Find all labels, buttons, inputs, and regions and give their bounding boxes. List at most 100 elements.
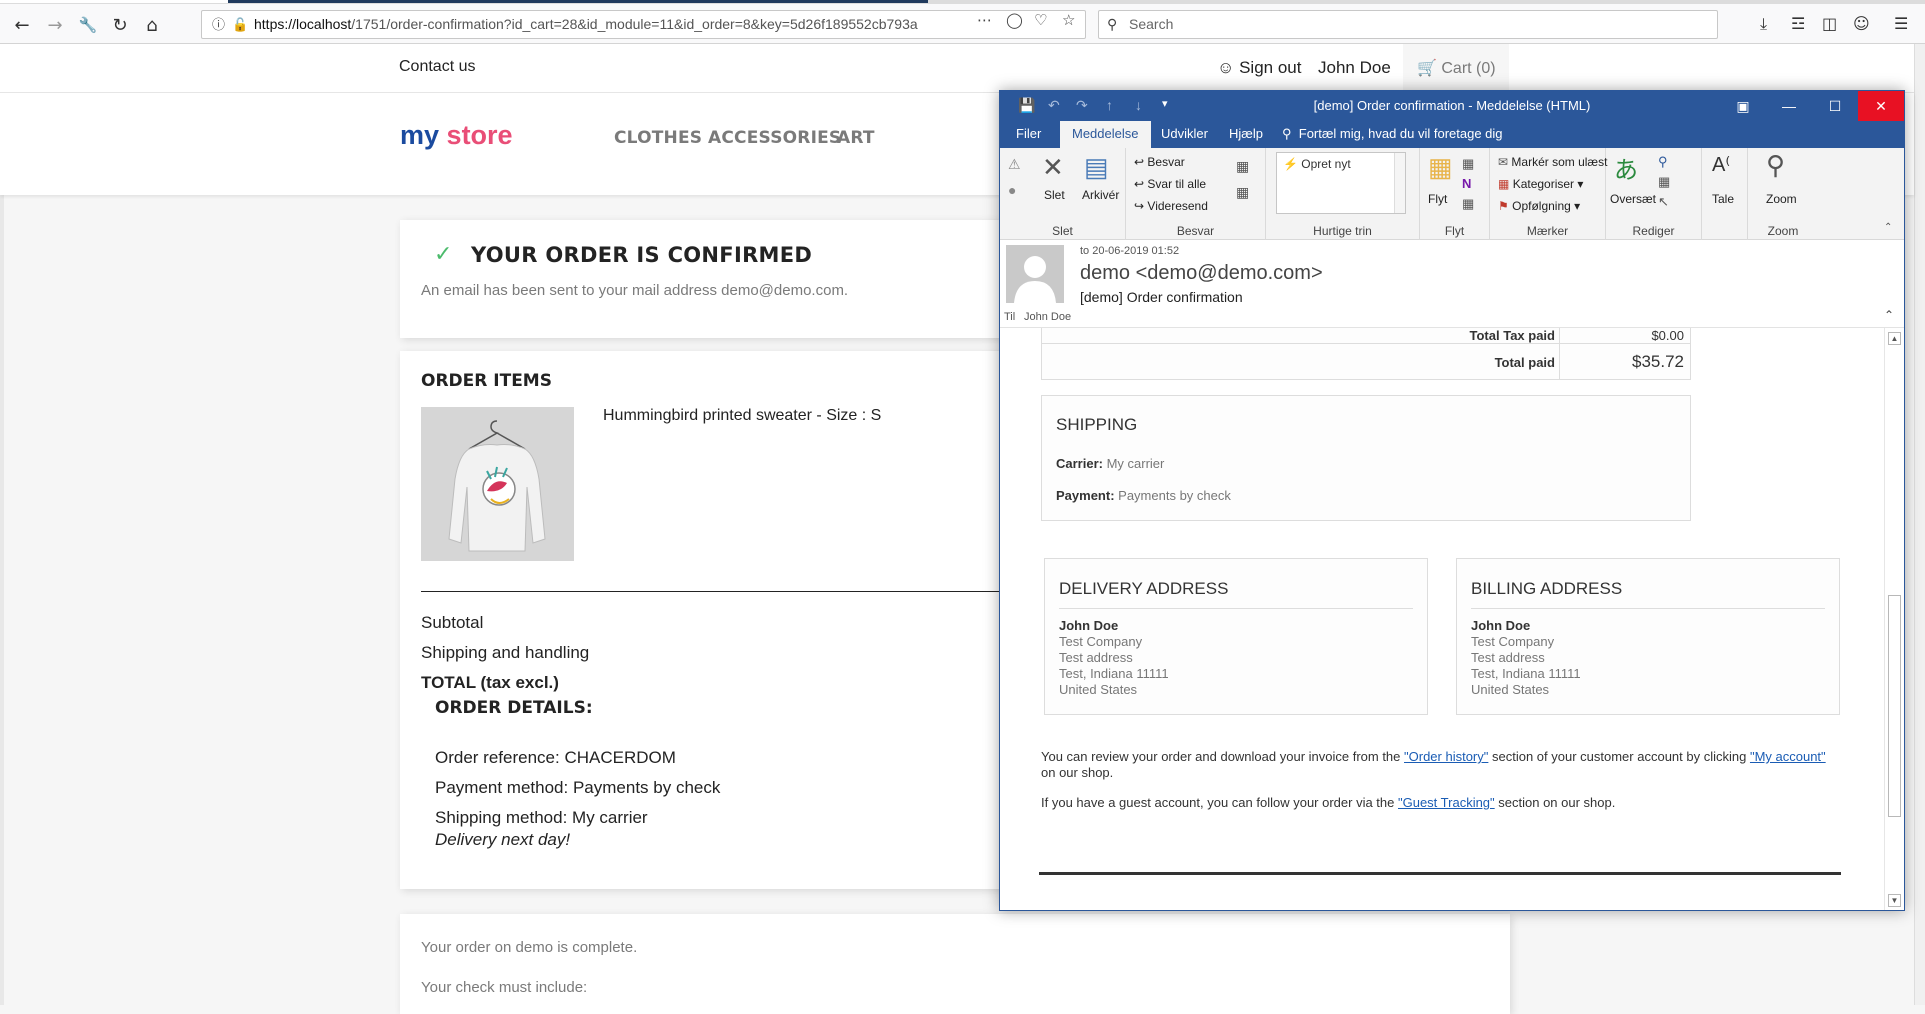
tell-me-box[interactable]: ⚲ Fortæl mig, hvad du vil foretage dig [1270,121,1515,148]
cart-button[interactable]: 🛒 Cart (0) [1403,44,1509,93]
read-aloud-button[interactable]: Tale [1712,192,1734,206]
select-icon[interactable]: ↖ [1658,194,1669,210]
payment-method: Payment method: Payments by check [435,778,721,797]
group-flyt-label: Flyt [1444,224,1465,238]
search-input[interactable]: ⚲ Search [1098,10,1718,39]
scroll-up-icon[interactable]: ▲ [1888,332,1901,345]
rules-icon[interactable]: ▦ [1462,156,1474,172]
zoom-icon[interactable]: ⚲ [1766,150,1785,181]
message-subject: [demo] Order confirmation [1080,289,1243,305]
confirmation-subtitle: An email has been sent to your mail addr… [421,282,849,299]
mark-unread-button[interactable]: ✉ Markér som ulæst [1498,155,1607,169]
message-from[interactable]: demo <demo@demo.com> [1080,262,1323,285]
to-name[interactable]: John Doe [1024,311,1071,323]
forward-label: Videresend [1147,199,1208,213]
menu-accessories[interactable]: ACCESSORIES [708,128,841,148]
more-respond-icon[interactable]: ▦ [1236,184,1249,201]
page-actions-icon[interactable]: ⋯ [977,11,992,29]
move-button[interactable]: Flyt [1428,192,1447,206]
pocket-icon[interactable]: ♡ [1034,11,1047,29]
reply-all-button[interactable]: ↩ Svar til alle [1134,177,1206,191]
bookmark-star-icon[interactable]: ☆ [1062,11,1075,29]
user-name[interactable]: John Doe [1318,58,1391,78]
zoom-button[interactable]: Zoom [1766,192,1797,206]
totals-row-paid: Total paid $35.72 [1042,344,1690,380]
scroll-thumb[interactable] [1888,595,1901,817]
total-paid-value: $35.72 [1632,352,1684,371]
delete-button[interactable]: Slet [1044,188,1065,202]
ribbon-tabs: Filer Meddelelse Udvikler Hjælp ⚲ Fortæl… [1000,121,1904,148]
product-name[interactable]: Hummingbird printed sweater - Size : S [603,407,881,425]
quick-steps-box[interactable]: ⚡ Opret nyt [1276,152,1406,214]
product-image[interactable] [421,407,574,561]
read-aloud-icon[interactable]: A⁽ [1712,152,1730,177]
tab-hjaelp[interactable]: Hjælp [1217,121,1275,148]
tab-filer[interactable]: Filer [1004,121,1053,148]
actions-icon[interactable]: ▦ [1462,196,1474,212]
collapse-header-icon[interactable]: ⌃ [1884,308,1894,322]
group-besvar-label: Besvar [1176,224,1215,238]
order-complete-text: Your order on demo is complete. [421,939,638,956]
url-bar[interactable]: ⓘ 🔓 https://localhost/1751/order-confirm… [201,10,1086,39]
scroll-down-icon[interactable]: ▼ [1888,894,1901,907]
sign-out-link[interactable]: ☺ Sign out [1217,58,1301,78]
reply-button[interactable]: ↩ Besvar [1134,155,1185,169]
forward-icon[interactable]: → [42,12,68,38]
meeting-icon[interactable]: ▦ [1236,158,1249,175]
junk-icon[interactable]: ● [1008,182,1016,198]
cart-label: Cart (0) [1441,60,1496,77]
lock-icon[interactable]: 🔓 [232,11,248,38]
archive-button[interactable]: Arkivér [1082,188,1119,202]
quick-steps-scroll[interactable] [1394,153,1405,213]
group-hurtige-label: Hurtige trin [1313,224,1372,238]
reload-icon[interactable]: ↻ [107,12,133,38]
minimize-icon[interactable]: — [1766,91,1812,121]
follow-up-button[interactable]: ⚑ Opfølgning ▾ [1498,199,1580,213]
translate-icon[interactable]: あ [1614,150,1638,185]
back-icon[interactable]: ← [9,12,35,38]
idea-icon[interactable]: ◯ [1006,11,1023,29]
order-items-title: ORDER ITEMS [421,371,552,391]
guest-tracking-link[interactable]: "Guest Tracking" [1398,795,1495,810]
library-icon[interactable]: ☲ [1791,14,1805,33]
find-icon[interactable]: ⚲ [1658,154,1668,170]
move-folder-icon[interactable]: ▦ [1428,152,1453,183]
delete-x-icon[interactable]: ✕ [1042,152,1064,183]
message-scrollbar[interactable]: ▲ ▼ [1884,328,1904,910]
related-icon[interactable]: ▦ [1658,174,1670,190]
message-header: Til John Doe to 20-06-2019 01:52 demo <d… [1000,240,1904,327]
page-scrollbar[interactable] [1914,44,1925,1005]
close-icon[interactable]: ✕ [1858,91,1904,121]
home-icon[interactable]: ⌂ [139,12,165,38]
sidebar-icon[interactable]: ◫ [1822,14,1837,33]
hamburger-menu-icon[interactable]: ☰ [1894,14,1908,33]
contact-us-link[interactable]: Contact us [399,58,475,76]
menu-art[interactable]: ART [837,128,875,148]
order-history-link[interactable]: "Order history" [1404,749,1488,764]
wrench-icon[interactable]: 🔧 [75,12,101,38]
download-icon[interactable]: ⤓ [1760,14,1767,34]
ribbon: ⚠ ● ✕ Slet ▤ Arkivér Slet ↩ Besvar ↩ Sva… [1000,148,1904,240]
store-logo[interactable]: my store [400,120,513,151]
ignore-icon[interactable]: ⚠ [1008,156,1021,173]
tab-meddelelse[interactable]: Meddelelse [1060,121,1151,148]
collapse-ribbon-icon[interactable]: ⌃ [1884,222,1892,233]
group-slet-label: Slet [1052,224,1073,238]
delivery-address-box: DELIVERY ADDRESS John Doe Test Company T… [1044,558,1428,715]
categorize-button[interactable]: ▦ Kategoriser ▾ [1498,177,1583,191]
maximize-icon[interactable]: ☐ [1812,91,1858,121]
categorize-label: Kategoriser [1512,177,1575,191]
onenote-icon[interactable]: N [1462,176,1471,191]
forward-button[interactable]: ↪ Videresend [1134,199,1208,213]
payment-value: Payments by check [1118,488,1231,503]
info-icon[interactable]: ⓘ [212,11,225,38]
account-icon[interactable]: ☺ [1853,14,1870,33]
tab-udvikler[interactable]: Udvikler [1149,121,1220,148]
archive-icon[interactable]: ▤ [1084,152,1109,183]
order-details-title: ORDER DETAILS: [435,698,593,718]
ribbon-display-icon[interactable]: ▣ [1720,91,1766,121]
shipping-box: SHIPPING Carrier: My carrier Payment: Pa… [1041,395,1691,521]
my-account-link[interactable]: "My account" [1750,749,1826,764]
translate-button[interactable]: Oversæt [1610,192,1656,206]
menu-clothes[interactable]: CLOTHES [614,128,702,148]
